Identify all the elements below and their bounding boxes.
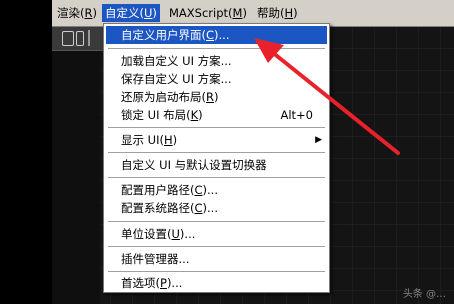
toolbar-icon[interactable] — [76, 31, 84, 46]
watermark: 头条 @… — [402, 289, 446, 300]
menu-separator — [108, 271, 325, 273]
menu-item-revert-to-startup-layout[interactable]: 还原为启动布局(R) — [106, 88, 327, 106]
menu-item-load-custom-ui-scheme[interactable]: 加载自定义 UI 方案... — [106, 52, 327, 70]
menu-separator — [108, 152, 325, 154]
toolbar-fragment — [52, 26, 104, 51]
menu-item-preferences[interactable]: 首选项(P)... — [106, 274, 327, 292]
menu-maxscript[interactable]: MAXScript(M) — [166, 4, 250, 22]
menu-item-units-setup[interactable]: 单位设置(U)... — [106, 225, 327, 243]
menu-item-configure-user-paths[interactable]: 配置用户路径(C)... — [106, 181, 327, 199]
menu-customize[interactable]: 自定义(U) — [102, 4, 160, 22]
menu-render[interactable]: 渲染(R) — [54, 4, 100, 22]
side-panel — [52, 51, 100, 304]
menu-separator — [108, 48, 325, 50]
left-border — [0, 0, 52, 304]
menu-item-plugin-manager[interactable]: 插件管理器... — [106, 250, 327, 268]
menu-item-lock-ui-layout[interactable]: 锁定 UI 布局(K) Alt+0 — [106, 106, 327, 124]
customize-dropdown-menu: 自定义用户界面(C)... 加载自定义 UI 方案... 保存自定义 UI 方案… — [103, 23, 330, 293]
menu-item-save-custom-ui-scheme[interactable]: 保存自定义 UI 方案... — [106, 70, 327, 88]
toolbar-icon[interactable] — [62, 31, 74, 46]
menu-separator — [108, 246, 325, 248]
submenu-arrow-icon: ▶ — [315, 135, 322, 145]
menu-separator — [108, 177, 325, 179]
menu-separator — [108, 221, 325, 223]
menu-item-customize-user-interface[interactable]: 自定义用户界面(C)... — [106, 26, 327, 44]
shortcut-label: Alt+0 — [280, 108, 313, 122]
menu-item-custom-ui-defaults-switcher[interactable]: 自定义 UI 与默认设置切换器 — [106, 156, 327, 174]
menu-item-configure-system-paths[interactable]: 配置系统路径(C)... — [106, 199, 327, 217]
menu-help[interactable]: 帮助(H) — [254, 4, 301, 22]
toolbar-separator — [88, 30, 90, 46]
menu-item-show-ui[interactable]: 显示 UI(H) ▶ — [106, 131, 327, 149]
menu-separator — [108, 127, 325, 129]
